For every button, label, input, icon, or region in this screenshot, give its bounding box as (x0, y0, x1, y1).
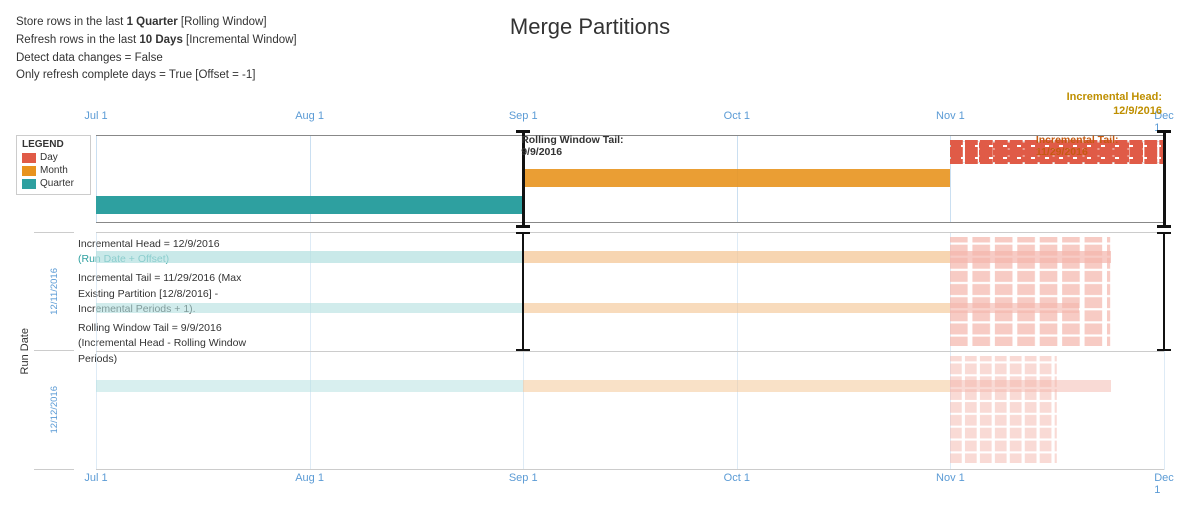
ibeam-dec (1157, 130, 1171, 228)
row1-day-bar (950, 251, 1110, 263)
lower-section: Run Date 12/11/2016 12/12/2016 Increment… (16, 232, 1164, 470)
legend-item-quarter: Quarter (22, 178, 85, 189)
chart-area: Jul 1 Aug 1 Sep 1 Oct 1 Nov 1 Dec 1 Incr… (16, 90, 1164, 490)
run-date-label: Run Date (16, 232, 34, 470)
legend-item-day: Day (22, 152, 85, 163)
legend-title: LEGEND (22, 139, 85, 150)
axis-label-sep-bot: Sep 1 (509, 472, 538, 484)
legend-item-month: Month (22, 165, 85, 176)
date-tag-1: 12/11/2016 (34, 232, 74, 351)
axis-label-aug-bot: Aug 1 (295, 472, 324, 484)
lower-day-pattern2 (950, 356, 1057, 463)
axis-label-oct: Oct 1 (724, 110, 750, 122)
chart-bands: Rolling Window Tail:9/9/2016 Incremental… (96, 135, 1164, 223)
inc-head-annotation: Incremental Head: 12/9/2016 (1067, 90, 1162, 119)
month-bar (523, 169, 950, 187)
page-title: Merge Partitions (510, 14, 670, 40)
quarter-bar (96, 196, 523, 214)
info-line-4: Only refresh complete days = True [Offse… (16, 67, 297, 85)
inc-tail-label-upper: Incremental Tail:11/29/2016 (1036, 134, 1119, 158)
row1-quarter-bar-b (96, 303, 523, 313)
axis-label-sep: Sep 1 (509, 110, 538, 122)
axis-label-nov: Nov 1 (936, 110, 965, 122)
row2-quarter-bar (96, 380, 523, 392)
row2-month-bar (523, 380, 950, 392)
axis-label-oct-bot: Oct 1 (724, 472, 750, 484)
axis-label-nov-bot: Nov 1 (936, 472, 965, 484)
lower-chart-area (96, 232, 1164, 470)
lower-ibeam-dec (1157, 232, 1171, 351)
info-line-2: Refresh rows in the last 10 Days [Increm… (16, 32, 297, 50)
axis-label-jul: Jul 1 (84, 110, 107, 122)
axis-top: Jul 1 Aug 1 Sep 1 Oct 1 Nov 1 Dec 1 (96, 110, 1164, 126)
row1-day-bar-b (950, 303, 1078, 313)
legend: LEGEND Day Month Quarter (16, 135, 91, 195)
axis-label-aug: Aug 1 (295, 110, 324, 122)
row1-month-bar (523, 251, 950, 263)
info-line-3: Detect data changes = False (16, 50, 297, 68)
axis-label-dec-bot: Dec 1 (1154, 472, 1174, 496)
info-line-1: Store rows in the last 1 Quarter [Rollin… (16, 14, 297, 32)
info-panel: Store rows in the last 1 Quarter [Rollin… (16, 14, 297, 85)
row2-day-bar (950, 380, 1110, 392)
lower-ibeam-sep (516, 232, 530, 351)
row1-quarter-bar (96, 251, 523, 263)
axis-label-jul-bot: Jul 1 (84, 472, 107, 484)
row1-month-bar-b (523, 303, 950, 313)
rolling-tail-label: Rolling Window Tail:9/9/2016 (513, 134, 623, 158)
axis-bottom: Jul 1 Aug 1 Sep 1 Oct 1 Nov 1 Dec 1 (96, 470, 1164, 490)
date-tag-2: 12/12/2016 (34, 351, 74, 470)
